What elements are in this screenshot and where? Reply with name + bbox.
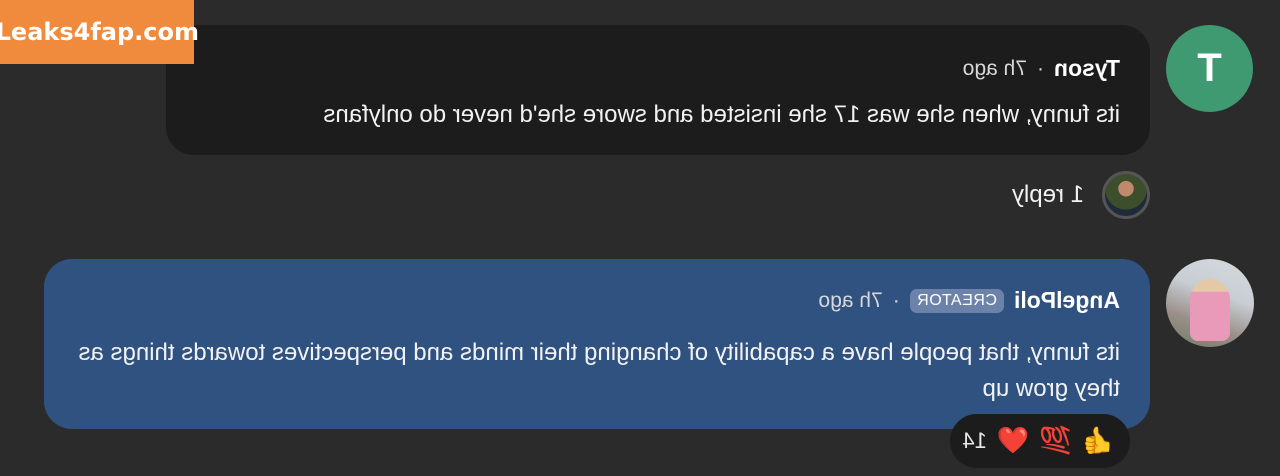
replies-toggle[interactable]: 1 reply [1012, 170, 1150, 220]
reactions-pill[interactable]: 👍 💯 ❤️ 14 [950, 414, 1130, 468]
meta-separator: · [1036, 56, 1044, 80]
avatar-angelpoli[interactable] [1166, 259, 1254, 347]
watermark-text: Leaks4fap.com [0, 18, 199, 46]
meta-separator: · [892, 288, 900, 312]
comment-text: its funny, when she was 17 she insisted … [323, 101, 1120, 128]
creator-badge: CREATOR [909, 288, 1004, 313]
heart-icon: ❤️ [996, 426, 1030, 456]
comment-bubble-creator: AngelPoli CREATOR · 7h ago its funny, th… [44, 259, 1150, 429]
comment-author[interactable]: Tyson [1054, 55, 1120, 82]
thumbs-up-icon: 👍 [1081, 426, 1114, 456]
avatar-tyson[interactable]: T [1166, 25, 1253, 112]
comment-meta: Tyson · 7h ago [963, 55, 1120, 82]
comment-text: its funny, that people have a capability… [78, 339, 1120, 402]
comment-timestamp: 7h ago [818, 288, 883, 312]
reply-count: 1 reply [1011, 181, 1084, 208]
reply-avatar [1102, 171, 1150, 219]
avatar-photo [1190, 279, 1230, 341]
comment-bubble-tyson: Tyson · 7h ago its funny, when she was 1… [166, 25, 1150, 155]
comment-author[interactable]: AngelPoli [1014, 287, 1120, 314]
comment-timestamp: 7h ago [962, 56, 1027, 80]
comment-thread: T Tyson · 7h ago its funny, when she was… [0, 0, 1280, 476]
hundred-points-icon: 💯 [1039, 426, 1072, 456]
reaction-count: 14 [962, 428, 987, 453]
watermark-logo: Leaks4fap.com [0, 0, 199, 64]
comment-meta: AngelPoli CREATOR · 7h ago [818, 287, 1120, 314]
avatar-initial: T [1197, 46, 1222, 90]
